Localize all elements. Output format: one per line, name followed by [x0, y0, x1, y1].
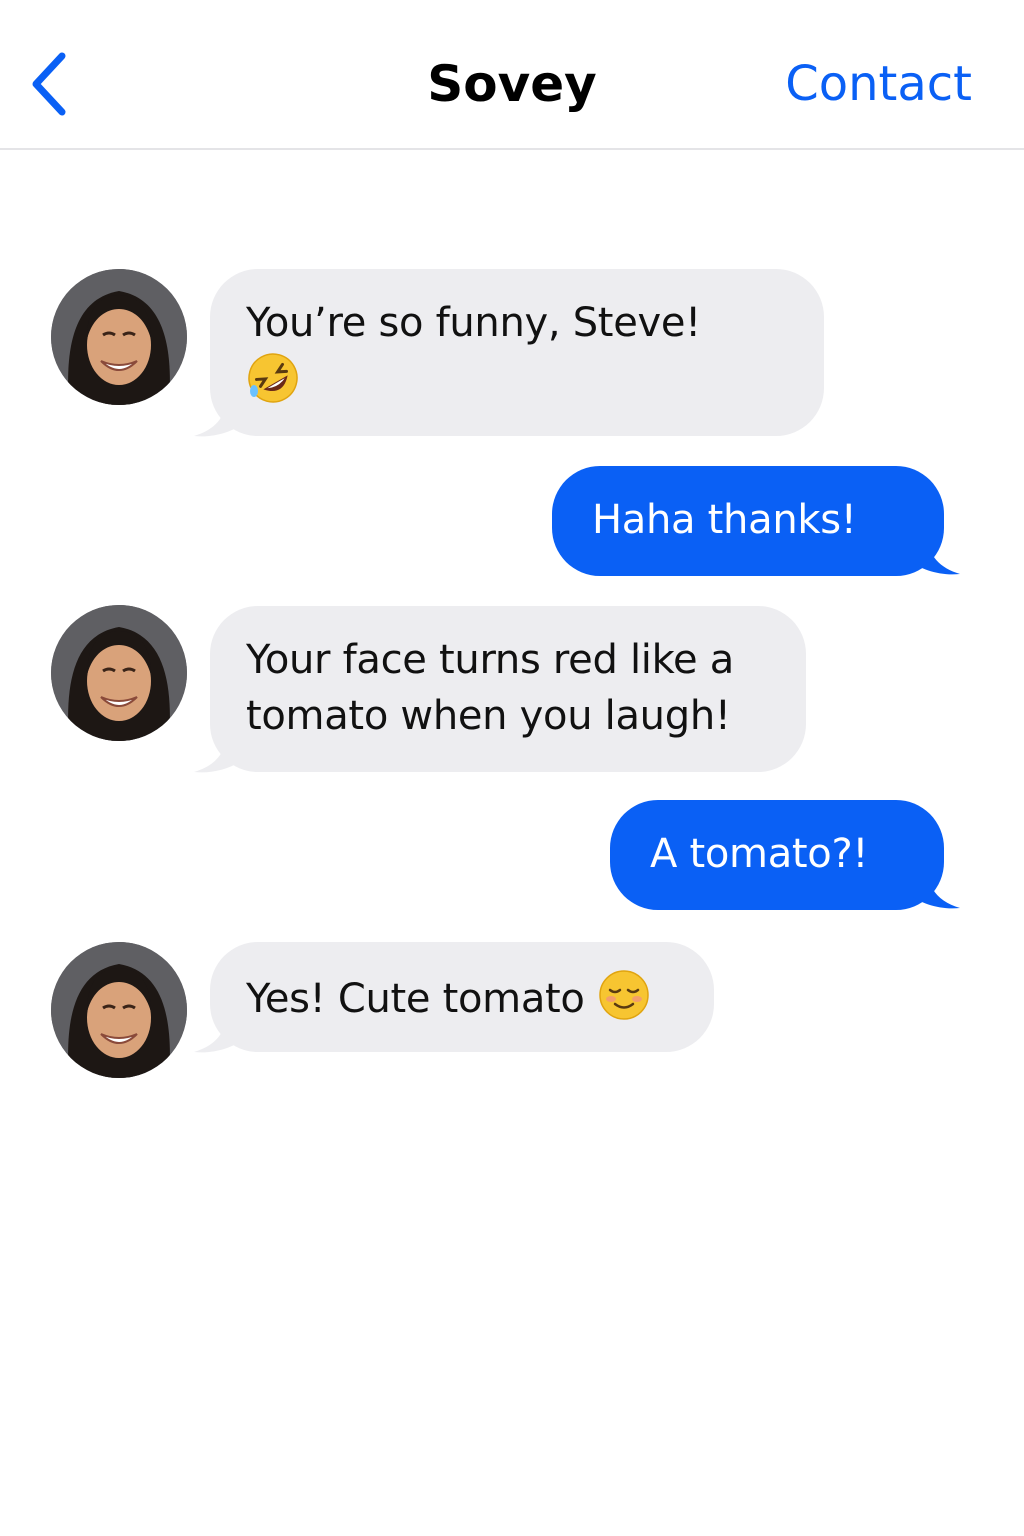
message-bubble-incoming[interactable]: Your face turns red like a tomato when y… — [210, 606, 806, 772]
contact-button[interactable]: Contact — [785, 52, 972, 116]
message-bubble-outgoing[interactable]: A tomato?! — [610, 800, 944, 910]
bubble-tail — [194, 1014, 246, 1053]
messages-screen: Sovey Contact You’re so funny, Steve! Ha… — [0, 0, 1024, 1536]
smiling-face-emoji — [599, 970, 649, 1020]
bubble-tail — [194, 398, 246, 437]
bubble-tail — [908, 870, 960, 909]
avatar[interactable] — [51, 942, 187, 1078]
conversation-header: Sovey Contact — [0, 0, 1024, 150]
message-text: You’re so funny, Steve! — [246, 300, 701, 346]
chevron-left-icon — [32, 52, 66, 116]
message-text: A tomato?! — [650, 831, 869, 877]
message-text: Haha thanks! — [592, 497, 857, 543]
message-bubble-incoming[interactable]: You’re so funny, Steve! — [210, 269, 824, 436]
avatar[interactable] — [51, 605, 187, 741]
bubble-tail — [908, 536, 960, 575]
message-text-line: Your face turns red like a — [246, 637, 734, 683]
rolling-on-the-floor-laughing-emoji — [248, 353, 298, 403]
avatar[interactable] — [51, 269, 187, 405]
back-button[interactable] — [22, 46, 82, 122]
message-text-line: tomato when you laugh! — [246, 693, 731, 739]
bubble-tail — [194, 734, 246, 773]
message-bubble-outgoing[interactable]: Haha thanks! — [552, 466, 944, 576]
message-text: Yes! Cute tomato — [246, 976, 585, 1022]
message-bubble-incoming[interactable]: Yes! Cute tomato — [210, 942, 714, 1052]
